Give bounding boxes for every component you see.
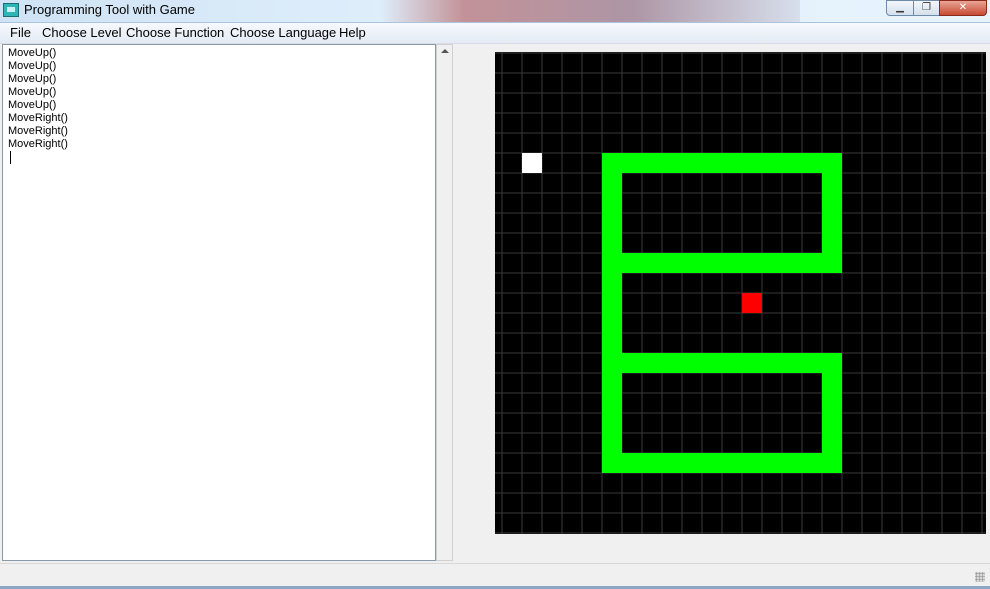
code-line: MoveUp() xyxy=(8,99,57,111)
minimize-icon: ▁ xyxy=(896,2,904,13)
code-line: MoveUp() xyxy=(8,73,57,85)
menu-choose-function[interactable]: Choose Function xyxy=(126,25,224,40)
maze-wall-segment xyxy=(602,153,842,173)
status-bar xyxy=(0,563,990,586)
resize-grip-icon[interactable] xyxy=(975,572,985,582)
menu-choose-level[interactable]: Choose Level xyxy=(42,25,122,40)
code-line: MoveUp() xyxy=(8,86,57,98)
window-title: Programming Tool with Game xyxy=(24,2,195,17)
scroll-up-arrow-icon[interactable] xyxy=(441,49,449,53)
target-square xyxy=(742,293,762,313)
game-board xyxy=(495,52,986,534)
close-button[interactable]: ✕ xyxy=(939,0,987,16)
menu-choose-language[interactable]: Choose Language xyxy=(230,25,336,40)
maximize-icon: ❐ xyxy=(922,2,931,13)
maze-wall-segment xyxy=(602,453,842,473)
code-line: MoveRight() xyxy=(8,125,68,137)
title-bar-background xyxy=(380,0,800,22)
maximize-button[interactable]: ❐ xyxy=(913,0,940,16)
maze-wall-segment xyxy=(602,353,842,373)
code-line: MoveUp() xyxy=(8,60,57,72)
code-line: MoveRight() xyxy=(8,112,68,124)
menu-help[interactable]: Help xyxy=(339,25,366,40)
maze-wall-segment xyxy=(602,153,622,473)
editor-scrollbar[interactable] xyxy=(436,44,453,561)
menu-bar: File Choose Level Choose Function Choose… xyxy=(0,23,990,44)
title-bar: Programming Tool with Game ▁ ❐ ✕ xyxy=(0,0,990,23)
maze-wall-segment xyxy=(602,253,842,273)
menu-file[interactable]: File xyxy=(10,25,31,40)
maze-wall-segment xyxy=(822,353,842,473)
game-grid xyxy=(495,52,986,534)
app-icon xyxy=(3,3,19,17)
code-line: MoveRight() xyxy=(8,138,68,150)
code-editor[interactable]: MoveUp() MoveUp() MoveUp() MoveUp() Move… xyxy=(2,44,436,561)
text-caret xyxy=(10,151,11,164)
code-lines: MoveUp() MoveUp() MoveUp() MoveUp() Move… xyxy=(8,47,68,151)
close-icon: ✕ xyxy=(958,2,968,13)
code-line: MoveUp() xyxy=(8,47,57,59)
player-square xyxy=(522,153,542,173)
minimize-button[interactable]: ▁ xyxy=(886,0,914,16)
